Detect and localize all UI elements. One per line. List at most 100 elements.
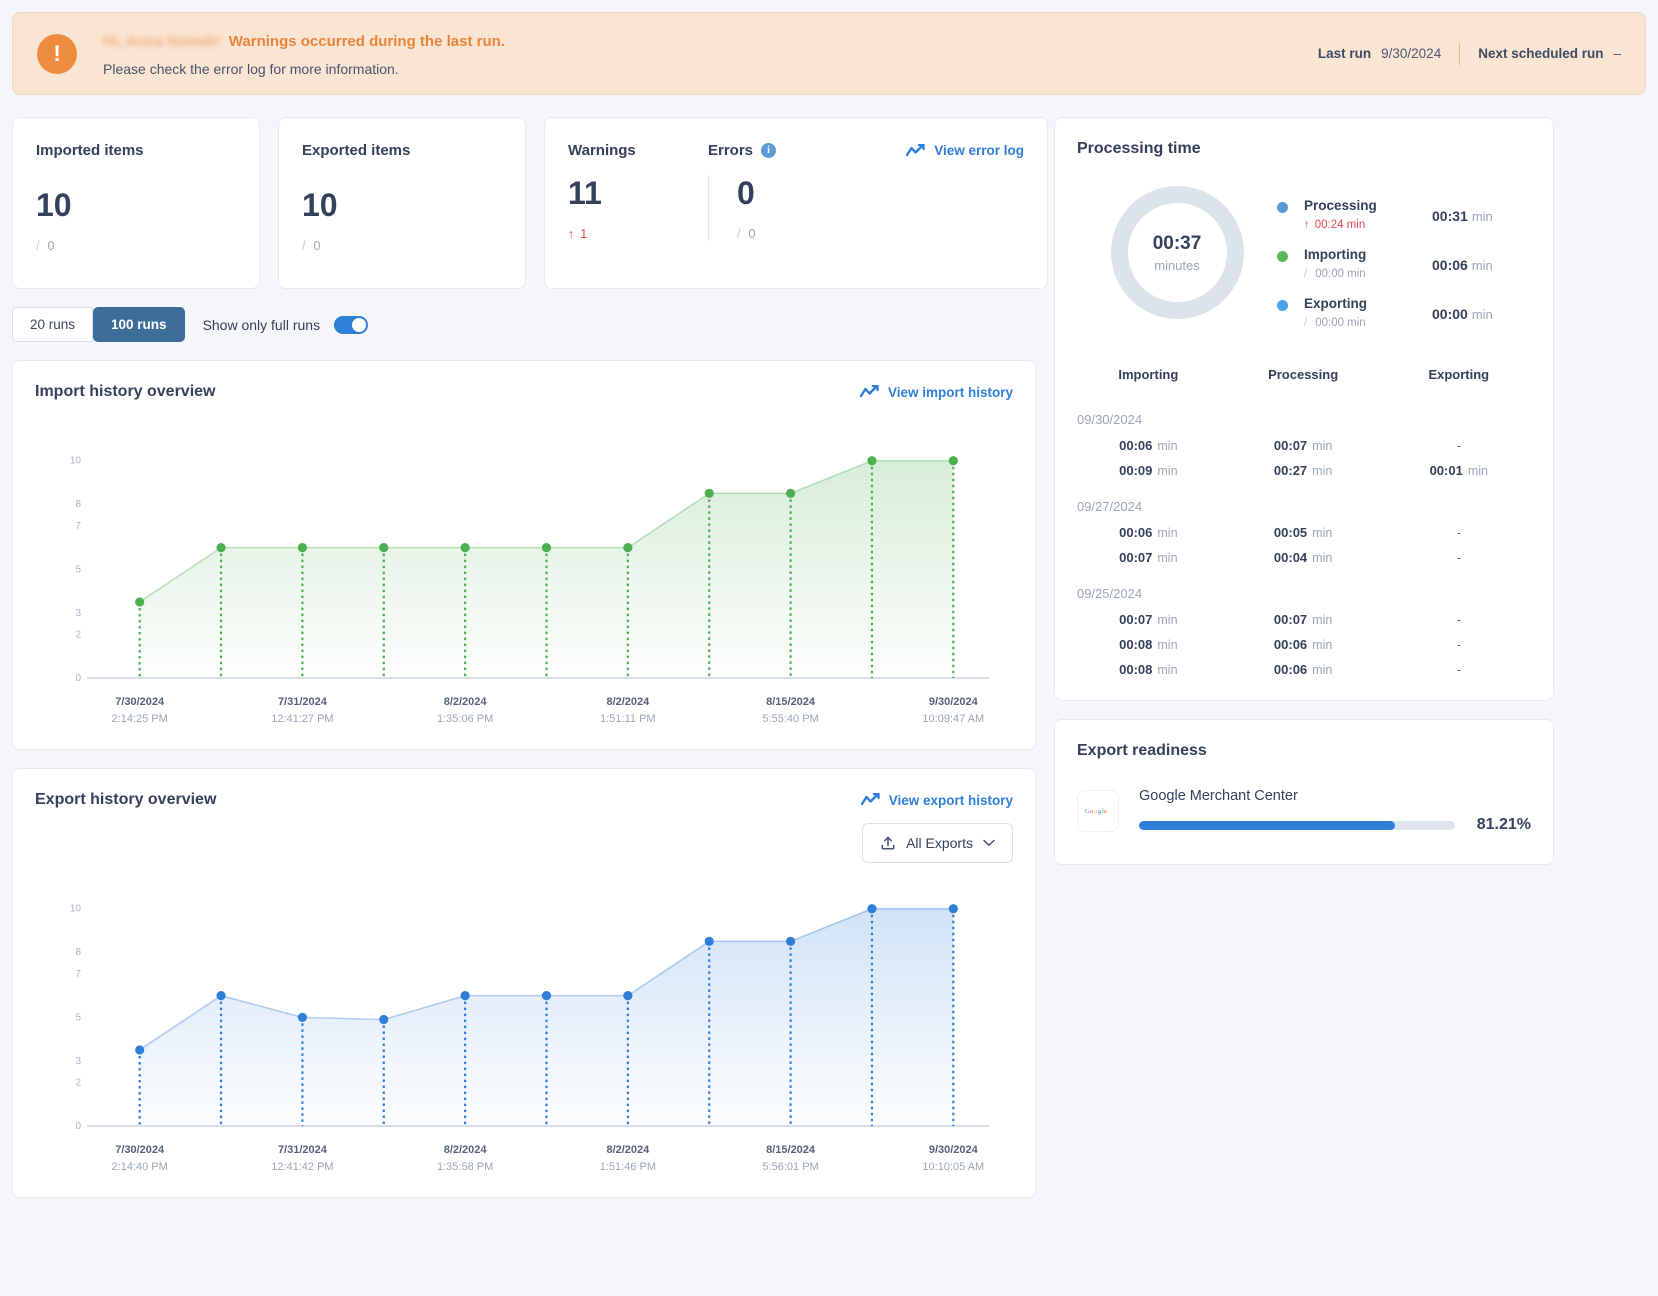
processing-time-table-body: 09/30/2024 00:06 min 00:07 min -00:09 min 00:27…: [1077, 396, 1531, 682]
x-tick-time: 2:14:25 PM: [111, 713, 168, 725]
runs-100-button[interactable]: 100 runs: [93, 307, 185, 342]
stats-row: Imported items 10 /0 Exported items 10 /…: [12, 117, 1048, 289]
legend-main: Exporting / 00:00 min: [1304, 296, 1432, 329]
toggle-knob: [352, 317, 367, 332]
import-history-plot: 10 8 7 5 3 2 0: [70, 456, 990, 684]
table-cell-exporting: -: [1387, 433, 1531, 458]
banner-headline-row: Hi, Anna Nowak! Warnings occurred during …: [103, 31, 1300, 53]
x-tick-date: 7/30/2024: [115, 696, 165, 708]
x-axis-tick: 7/31/2024 12:41:42 PM: [271, 1144, 333, 1173]
duration-value: 00:07: [1273, 438, 1308, 453]
duration-value: 00:07: [1273, 612, 1308, 627]
processing-time-donut: 00:37 minutes: [1109, 184, 1246, 321]
errors-label-group: Errors i: [708, 142, 898, 159]
warnings-up-arrow-icon: ↑: [568, 227, 575, 241]
svg-text:8: 8: [75, 947, 81, 958]
legend-value: 00:06 min: [1432, 247, 1493, 273]
imported-items-card: Imported items 10 /0: [12, 117, 260, 289]
last-run-value: 9/30/2024: [1381, 46, 1442, 61]
donut-unit: minutes: [1154, 257, 1200, 273]
imported-items-sub: /0: [36, 239, 236, 253]
svg-text:e: e: [1104, 808, 1107, 815]
next-run-group: Next scheduled run –: [1460, 46, 1621, 61]
duration-value: 00:06: [1273, 637, 1308, 652]
show-full-runs-label: Show only full runs: [202, 316, 321, 333]
processing-time-legend: Processing ↑ 00:24 min 00:31 min Importing/00…: [1277, 184, 1531, 345]
warnings-label: Warnings: [568, 142, 636, 159]
runs-filter-bar: 20 runs 100 runs Show only full runs: [12, 307, 1036, 342]
warnings-delta: ↑ 1: [568, 227, 708, 241]
svg-text:2: 2: [75, 1078, 81, 1089]
legend-value-unit: min: [1471, 307, 1493, 322]
export-readiness-card: Export readiness G o o g l e Google Merc…: [1054, 719, 1554, 865]
table-date-group-row: 09/27/2024: [1077, 483, 1531, 520]
table-cell-processing: 00:04 min: [1220, 545, 1387, 570]
x-tick-date: 9/30/2024: [928, 1144, 978, 1156]
x-tick-date: 7/31/2024: [277, 696, 327, 708]
all-exports-dropdown[interactable]: All Exports: [862, 823, 1013, 863]
delta-slash: /: [1304, 317, 1308, 329]
table-cell-exporting: -: [1387, 520, 1531, 545]
legend-label: Importing: [1304, 247, 1367, 262]
delta-up-arrow-icon: ↑: [1304, 219, 1310, 231]
show-full-runs-toggle[interactable]: [334, 315, 369, 334]
runs-20-button[interactable]: 20 runs: [12, 307, 94, 342]
view-import-history-button[interactable]: View import history: [859, 385, 1013, 400]
imported-items-subvalue: 0: [47, 239, 55, 253]
table-row: 00:09 min 00:27 min 00:01 min: [1077, 458, 1531, 483]
duration-unit: min: [1157, 464, 1178, 478]
x-tick-time: 5:55:40 PM: [762, 713, 819, 725]
x-axis-tick: 8/2/2024 1:35:06 PM: [437, 696, 493, 725]
imported-items-value: 10: [36, 187, 72, 223]
x-tick-time: 1:35:06 PM: [436, 713, 494, 725]
view-error-log-button[interactable]: View error log: [906, 143, 1024, 158]
export-readiness-body: Google Merchant Center 81.21%: [1139, 788, 1531, 834]
x-axis-tick: 8/2/2024 1:51:11 PM: [600, 696, 655, 725]
duration-value: 00:08: [1119, 637, 1153, 652]
x-tick-date: 8/2/2024: [606, 1144, 650, 1156]
empty-value: -: [1456, 662, 1461, 677]
imported-items-slash: /: [36, 239, 40, 253]
x-tick-date: 8/2/2024: [443, 696, 487, 708]
banner-run-info: Last run 9/30/2024 Next scheduled run –: [1300, 42, 1621, 65]
exported-items-card: Exported items 10 /0: [278, 117, 526, 289]
legend-row: Exporting/00:00 min 00:00 min: [1277, 296, 1531, 329]
empty-value: -: [1456, 550, 1461, 565]
legend-delta-value: 00:24 min: [1314, 219, 1366, 231]
export-channel-name: Google Merchant Center: [1139, 788, 1298, 804]
x-axis-tick: 8/2/2024 1:35:58 PM: [437, 1144, 493, 1173]
table-row: 00:07 min 00:07 min -: [1077, 607, 1531, 632]
view-export-history-label: View export history: [888, 792, 1013, 808]
google-wordmark-icon: G o o g l e: [1085, 808, 1107, 815]
duration-unit: min: [1312, 439, 1333, 453]
duration-unit: min: [1157, 526, 1178, 540]
info-icon[interactable]: i: [761, 143, 777, 158]
duration-value: 00:09: [1119, 463, 1153, 478]
table-date-label: 09/27/2024: [1077, 499, 1143, 514]
banner-greeting: Hi, Anna Nowak!: [103, 32, 221, 50]
x-tick-date: 7/31/2024: [277, 1144, 327, 1156]
table-column-header: Processing: [1268, 367, 1339, 382]
trend-line-icon: [859, 385, 879, 398]
svg-text:2: 2: [75, 630, 81, 641]
import-history-title: Import history overview: [35, 383, 216, 400]
table-date-label: 09/30/2024: [1077, 412, 1143, 427]
table-cell-importing: 00:06 min: [1077, 433, 1220, 458]
donut-center: 00:37 minutes: [1109, 184, 1246, 321]
import-history-header: Import history overview View import hist…: [35, 383, 1013, 401]
export-history-plot: 10 8 7 5 3 2 0: [70, 904, 990, 1132]
export-readiness-title: Export readiness: [1077, 742, 1207, 759]
table-cell-exporting: -: [1387, 545, 1531, 570]
duration-value: 00:06: [1119, 525, 1153, 540]
donut-wrapper: 00:37 minutes: [1077, 184, 1277, 321]
view-export-history-button[interactable]: View export history: [860, 792, 1013, 808]
duration-unit: min: [1467, 464, 1488, 478]
warnings-cell: 11 ↑ 1: [568, 175, 708, 241]
duration-value: 00:01: [1429, 463, 1463, 478]
export-history-header: Export history overview View export hist…: [35, 791, 1013, 809]
google-logo-icon: G o o g l e: [1077, 790, 1119, 832]
svg-text:8: 8: [75, 499, 81, 510]
table-cell-importing: 00:08 min: [1077, 657, 1220, 682]
table-row: 00:06 min 00:07 min -: [1077, 433, 1531, 458]
legend-delta: / 00:00 min: [1304, 268, 1432, 280]
